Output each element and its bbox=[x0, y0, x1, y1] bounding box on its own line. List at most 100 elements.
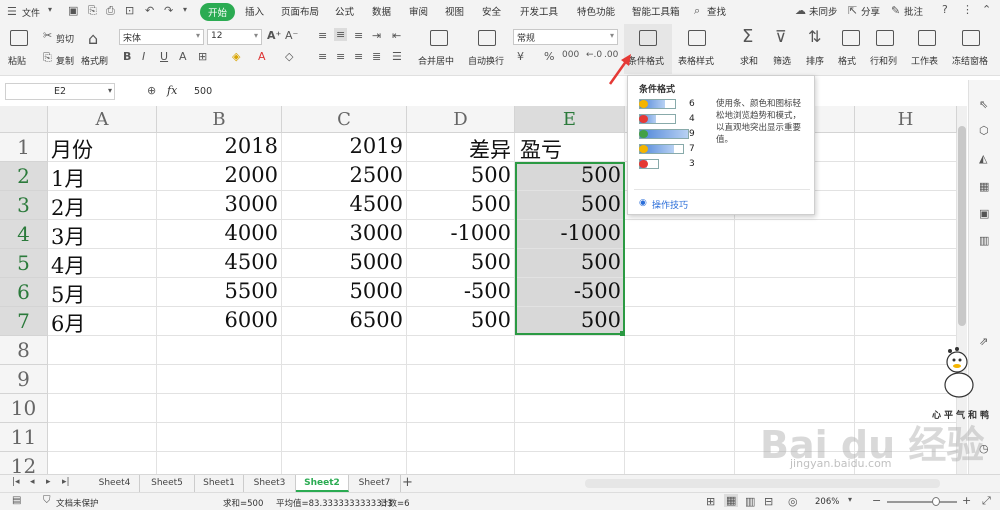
clear-format-icon[interactable]: ◇ bbox=[285, 50, 293, 63]
tips-link[interactable]: 操作技巧 bbox=[652, 198, 688, 211]
scissors-icon[interactable]: ✂ bbox=[43, 29, 52, 42]
empty-cell[interactable] bbox=[48, 336, 157, 365]
table-cell[interactable]: 500 bbox=[407, 191, 515, 220]
page-layout-icon[interactable]: ▥ bbox=[745, 495, 755, 508]
bold-icon[interactable]: B bbox=[123, 50, 131, 63]
chevron-down-icon[interactable]: ▾ bbox=[848, 495, 852, 504]
last-sheet-icon[interactable]: ▸| bbox=[62, 477, 70, 487]
table-cell[interactable]: 3月 bbox=[48, 220, 157, 249]
empty-cell[interactable] bbox=[625, 365, 735, 394]
table-cell[interactable]: 2500 bbox=[282, 162, 407, 191]
wrap-text-button[interactable]: 自动换行 bbox=[468, 54, 504, 67]
formula-input[interactable]: 500 bbox=[194, 86, 212, 97]
save-icon[interactable]: ▣ bbox=[68, 4, 78, 17]
grid-icon[interactable]: ▦ bbox=[979, 180, 989, 193]
align-bottom-icon[interactable]: ≡ bbox=[354, 29, 363, 42]
strikethrough-icon[interactable]: A bbox=[179, 50, 187, 63]
empty-cell[interactable] bbox=[855, 249, 957, 278]
percent-icon[interactable]: % bbox=[544, 50, 554, 63]
empty-cell[interactable] bbox=[855, 278, 957, 307]
undo-icon[interactable]: ↶ bbox=[145, 4, 154, 17]
next-sheet-icon[interactable]: ▸ bbox=[46, 477, 51, 487]
align-right-icon[interactable]: ≡ bbox=[354, 50, 363, 63]
table-cell[interactable]: 2000 bbox=[157, 162, 282, 191]
sort-button[interactable]: 排序 bbox=[806, 54, 824, 67]
sync-status[interactable]: 未同步 bbox=[809, 4, 838, 18]
zoom-in-icon[interactable]: + bbox=[962, 494, 971, 507]
border-icon[interactable]: ⊞ bbox=[198, 50, 207, 63]
copy-button[interactable]: 复制 bbox=[56, 54, 74, 67]
row-header[interactable]: 1 bbox=[0, 133, 48, 162]
empty-cell[interactable] bbox=[855, 162, 957, 191]
zoom-level[interactable]: 206% bbox=[815, 497, 839, 507]
font-size-select[interactable]: 12 ▾ bbox=[207, 29, 262, 45]
table-cell[interactable]: 500 bbox=[407, 307, 515, 336]
cloud-sync-icon[interactable]: ☁ bbox=[795, 4, 806, 17]
zoom-icon[interactable]: ⊕ bbox=[147, 84, 156, 97]
tab-review[interactable]: 审阅 bbox=[409, 4, 428, 18]
row-header[interactable]: 9 bbox=[0, 365, 48, 394]
sheet-tab[interactable]: Sheet3 bbox=[244, 475, 296, 492]
select-all-corner[interactable] bbox=[0, 106, 48, 133]
table-cell[interactable]: -1000 bbox=[515, 220, 625, 249]
table-cell[interactable]: 6月 bbox=[48, 307, 157, 336]
table-cell[interactable]: 4月 bbox=[48, 249, 157, 278]
align-top-icon[interactable]: ≡ bbox=[318, 29, 327, 42]
macro-icon[interactable]: ▤ bbox=[12, 495, 21, 506]
filter-button[interactable]: 筛选 bbox=[773, 54, 791, 67]
align-left-icon[interactable]: ≡ bbox=[318, 50, 327, 63]
format-painter-button[interactable]: 格式刷 bbox=[81, 54, 108, 67]
worksheet-icon[interactable] bbox=[918, 30, 936, 46]
row-col-button[interactable]: 行和列 bbox=[870, 54, 897, 67]
collapse-icon[interactable]: ⌃ bbox=[982, 3, 991, 16]
table-cell[interactable]: 5000 bbox=[282, 249, 407, 278]
empty-cell[interactable] bbox=[735, 307, 855, 336]
share-sidebar-icon[interactable]: ⇗ bbox=[979, 335, 988, 348]
header-cell[interactable]: 盈亏 bbox=[515, 133, 625, 162]
hamburger-icon[interactable]: ☰ bbox=[7, 5, 17, 18]
empty-cell[interactable] bbox=[515, 423, 625, 452]
number-format-select[interactable]: 常规 ▾ bbox=[513, 29, 618, 45]
empty-cell[interactable] bbox=[407, 365, 515, 394]
header-cell[interactable]: 2018 bbox=[157, 133, 282, 162]
justify-icon[interactable]: ≣ bbox=[372, 50, 381, 63]
column-header[interactable]: A bbox=[48, 106, 157, 133]
empty-cell[interactable] bbox=[625, 307, 735, 336]
table-cell[interactable]: 500 bbox=[515, 249, 625, 278]
align-middle-icon[interactable]: ≡ bbox=[334, 28, 348, 41]
empty-cell[interactable] bbox=[735, 336, 855, 365]
empty-cell[interactable] bbox=[735, 278, 855, 307]
table-cell[interactable]: 4000 bbox=[157, 220, 282, 249]
empty-cell[interactable] bbox=[48, 394, 157, 423]
sort-icon[interactable]: ⇅ bbox=[808, 27, 821, 46]
shape-icon[interactable]: ⬡ bbox=[979, 124, 989, 137]
help-icon[interactable]: ? bbox=[942, 3, 948, 16]
comment-icon[interactable]: ✎ bbox=[891, 4, 900, 17]
header-cell[interactable]: 2019 bbox=[282, 133, 407, 162]
sum-button[interactable]: 求和 bbox=[740, 54, 758, 67]
table-cell[interactable]: 500 bbox=[515, 307, 625, 336]
zoom-slider-thumb[interactable] bbox=[932, 497, 940, 506]
empty-cell[interactable] bbox=[855, 191, 957, 220]
worksheet-button[interactable]: 工作表 bbox=[911, 54, 938, 67]
empty-cell[interactable] bbox=[515, 394, 625, 423]
empty-cell[interactable] bbox=[407, 336, 515, 365]
format-button[interactable]: 格式 bbox=[838, 54, 856, 67]
row-header[interactable]: 4 bbox=[0, 220, 48, 249]
row-header[interactable]: 7 bbox=[0, 307, 48, 336]
chart-icon[interactable]: ▥ bbox=[979, 234, 989, 247]
freeze-button[interactable]: 冻结窗格 bbox=[952, 54, 988, 67]
share-button[interactable]: 分享 bbox=[861, 4, 880, 18]
sheet-tab[interactable]: Sheet2 bbox=[296, 475, 349, 492]
format-icon[interactable] bbox=[842, 30, 860, 46]
row-header[interactable]: 2 bbox=[0, 162, 48, 191]
brush-icon[interactable]: ⌂ bbox=[88, 29, 98, 48]
table-cell[interactable]: 5月 bbox=[48, 278, 157, 307]
table-cell[interactable]: 6000 bbox=[157, 307, 282, 336]
conditional-format-icon[interactable] bbox=[639, 30, 657, 46]
empty-cell[interactable] bbox=[157, 423, 282, 452]
table-cell[interactable]: 6500 bbox=[282, 307, 407, 336]
style-icon[interactable]: ◭ bbox=[979, 152, 987, 165]
chevron-down-icon[interactable]: ▾ bbox=[48, 5, 52, 14]
table-cell[interactable]: -500 bbox=[407, 278, 515, 307]
